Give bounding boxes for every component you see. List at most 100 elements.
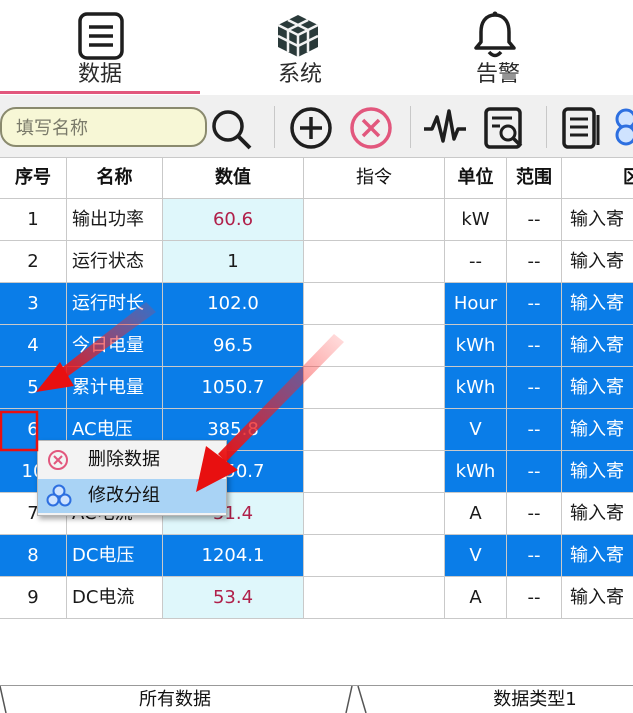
table-cell-range[interactable]: -- bbox=[507, 451, 561, 493]
table-cell-extra[interactable]: 输入寄 bbox=[562, 577, 633, 619]
column-divider bbox=[303, 157, 304, 619]
table-cell-extra[interactable]: 输入寄 bbox=[562, 493, 633, 535]
command-cell-bg bbox=[304, 409, 444, 451]
table-cell-range[interactable]: -- bbox=[507, 577, 561, 619]
table-cell-extra[interactable]: 输入寄 bbox=[562, 409, 633, 451]
table-cell-id[interactable]: 5 bbox=[0, 367, 66, 409]
column-header-name[interactable]: 名称 bbox=[67, 158, 162, 198]
group-icon bbox=[46, 484, 72, 507]
row-divider bbox=[0, 618, 633, 619]
nav-tab-data[interactable]: 数据 bbox=[0, 0, 200, 95]
table-cell-range[interactable]: -- bbox=[507, 493, 561, 535]
table-cell-range[interactable]: -- bbox=[507, 325, 561, 367]
command-cell-bg bbox=[304, 283, 444, 325]
table-cell-unit[interactable]: V bbox=[445, 535, 506, 577]
table-cell-name[interactable]: 今日电量 bbox=[67, 325, 162, 367]
table-cell-extra[interactable]: 输入寄 bbox=[562, 283, 633, 325]
active-tab-indicator bbox=[0, 91, 200, 94]
table-cell-range[interactable]: -- bbox=[507, 409, 561, 451]
bell-icon bbox=[474, 11, 516, 58]
group-icon[interactable] bbox=[612, 105, 633, 151]
column-divider bbox=[162, 157, 163, 619]
nav-tab-alarm[interactable]: 告警 bbox=[400, 0, 596, 95]
table-cell-unit[interactable]: kWh bbox=[445, 451, 506, 493]
cube-icon bbox=[277, 15, 319, 57]
column-header-area[interactable]: 区 bbox=[562, 158, 633, 198]
nav-tab-label: 数据 bbox=[77, 62, 122, 87]
table-cell-unit[interactable]: kWh bbox=[445, 367, 506, 409]
table-cell-extra[interactable]: 输入寄 bbox=[562, 367, 633, 409]
table-cell-name[interactable]: 输出功率 bbox=[67, 199, 162, 241]
table-cell-extra[interactable]: 输入寄 bbox=[562, 199, 633, 241]
table-cell-name[interactable]: 累计电量 bbox=[67, 367, 162, 409]
table-cell-value[interactable]: 1050.7 bbox=[163, 367, 303, 409]
waveform-icon[interactable] bbox=[422, 105, 468, 151]
bottom-tab-data-type-1[interactable]: 数据类型1 bbox=[420, 687, 633, 713]
table-cell-range[interactable]: -- bbox=[507, 241, 561, 283]
table-cell-value[interactable]: 96.5 bbox=[163, 325, 303, 367]
command-cell-bg bbox=[304, 451, 444, 493]
column-divider bbox=[506, 157, 507, 619]
toolbar-divider bbox=[274, 106, 275, 148]
find-document-icon[interactable] bbox=[482, 105, 528, 151]
table-cell-value[interactable]: 102.0 bbox=[163, 283, 303, 325]
table-cell-unit[interactable]: A bbox=[445, 577, 506, 619]
table-cell-value[interactable]: 1 bbox=[163, 241, 303, 283]
table-cell-value[interactable]: 53.4 bbox=[163, 577, 303, 619]
table-cell-name[interactable]: 运行状态 bbox=[67, 241, 162, 283]
table-cell-id[interactable]: 3 bbox=[0, 283, 66, 325]
column-header-id[interactable]: 序号 bbox=[0, 158, 66, 198]
column-header-unit[interactable]: 单位 bbox=[445, 158, 506, 198]
bottom-tab-all-data[interactable]: 所有数据 bbox=[60, 687, 290, 713]
table-cell-extra[interactable]: 输入寄 bbox=[562, 241, 633, 283]
column-divider bbox=[66, 157, 67, 619]
menu-item-delete-data[interactable]: 删除数据 bbox=[38, 443, 226, 477]
table-cell-range[interactable]: -- bbox=[507, 283, 561, 325]
table-cell-range[interactable]: -- bbox=[507, 199, 561, 241]
menu-item-edit-group[interactable]: 修改分组 bbox=[38, 479, 226, 513]
search-icon[interactable] bbox=[208, 105, 254, 151]
table-cell-name[interactable]: DC电流 bbox=[67, 577, 162, 619]
table-cell-id[interactable]: 9 bbox=[0, 577, 66, 619]
table-cell-unit[interactable]: A bbox=[445, 493, 506, 535]
nav-tab-system[interactable]: 系统 bbox=[200, 0, 400, 95]
context-menu: 删除数据 修改分组 bbox=[37, 440, 227, 516]
table-cell-range[interactable]: -- bbox=[507, 367, 561, 409]
command-cell-bg bbox=[304, 325, 444, 367]
column-header-range[interactable]: 范围 bbox=[507, 158, 561, 198]
table-cell-unit[interactable]: V bbox=[445, 409, 506, 451]
menu-item-label: 修改分组 bbox=[88, 485, 160, 506]
table-cell-name[interactable]: 运行时长 bbox=[67, 283, 162, 325]
toolbar-divider bbox=[410, 106, 411, 148]
nav-tab-label: 告警 bbox=[475, 62, 520, 87]
list-icon bbox=[78, 12, 124, 60]
table-cell-id[interactable]: 4 bbox=[0, 325, 66, 367]
table-cell-unit[interactable]: -- bbox=[445, 241, 506, 283]
command-cell-bg bbox=[304, 367, 444, 409]
column-header-value[interactable]: 数值 bbox=[163, 158, 303, 198]
column-divider bbox=[444, 157, 445, 619]
search-box[interactable] bbox=[0, 107, 207, 147]
add-icon[interactable] bbox=[288, 105, 334, 151]
column-header-command[interactable]: 指令 bbox=[304, 158, 444, 198]
document-icon[interactable] bbox=[558, 105, 604, 151]
table-cell-id[interactable]: 2 bbox=[0, 241, 66, 283]
table-cell-name[interactable]: DC电压 bbox=[67, 535, 162, 577]
table-cell-value[interactable]: 1204.1 bbox=[163, 535, 303, 577]
menu-item-label: 删除数据 bbox=[88, 449, 160, 470]
table-cell-unit[interactable]: kWh bbox=[445, 325, 506, 367]
toolbar-divider bbox=[546, 106, 547, 148]
table-cell-extra[interactable]: 输入寄 bbox=[562, 535, 633, 577]
table-cell-extra[interactable]: 输入寄 bbox=[562, 451, 633, 493]
search-input[interactable] bbox=[14, 115, 198, 141]
delete-circle-icon bbox=[48, 450, 68, 470]
table-cell-extra[interactable]: 输入寄 bbox=[562, 325, 633, 367]
table-cell-range[interactable]: -- bbox=[507, 535, 561, 577]
delete-icon[interactable] bbox=[348, 105, 394, 151]
command-cell-bg bbox=[304, 535, 444, 577]
table-cell-id[interactable]: 8 bbox=[0, 535, 66, 577]
table-cell-unit[interactable]: kW bbox=[445, 199, 506, 241]
table-cell-id[interactable]: 1 bbox=[0, 199, 66, 241]
table-cell-unit[interactable]: Hour bbox=[445, 283, 506, 325]
table-cell-value[interactable]: 60.6 bbox=[163, 199, 303, 241]
